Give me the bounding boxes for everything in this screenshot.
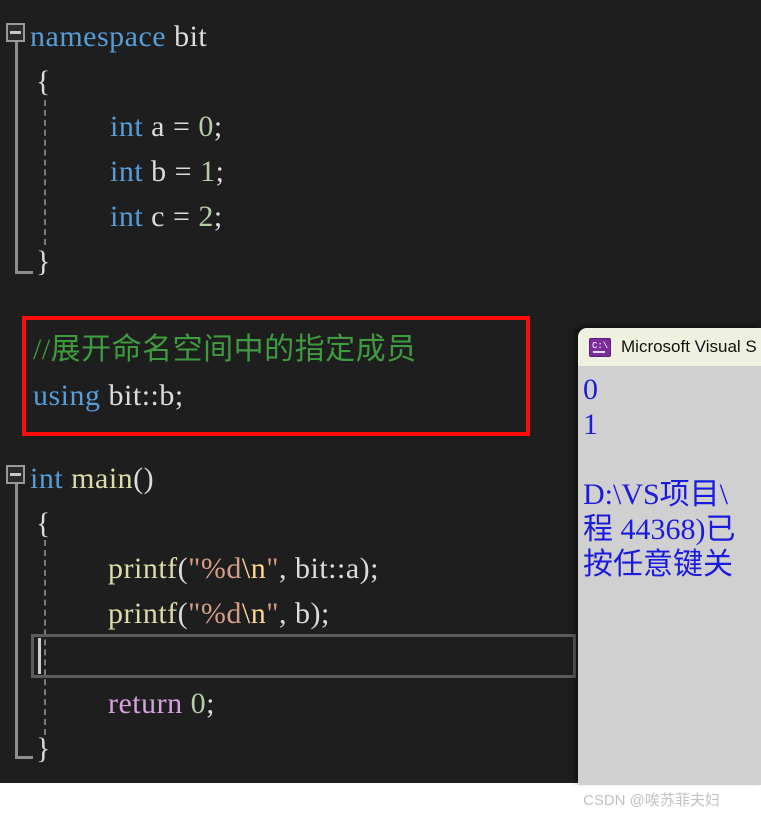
current-line-highlight — [31, 634, 576, 678]
code-token: int — [110, 155, 144, 188]
code-token: ; — [174, 379, 184, 412]
code-token: \n — [241, 552, 267, 585]
code-token: " — [266, 552, 279, 585]
code-line[interactable]: int b = 1; — [0, 149, 224, 194]
code-token: c — [151, 200, 165, 233]
code-token: bit — [174, 20, 208, 53]
code-token: , — [279, 552, 295, 585]
code-token: ( — [177, 552, 189, 585]
code-line[interactable]: printf("%d\n", b); — [0, 591, 330, 636]
code-token: ; — [215, 155, 225, 188]
code-token: , — [279, 597, 295, 630]
code-token: ( — [177, 597, 189, 630]
code-token: ); — [310, 597, 330, 630]
code-line[interactable]: namespace bit — [0, 14, 207, 59]
code-token: 1 — [200, 155, 216, 188]
code-token: = — [165, 110, 199, 143]
code-token: \n — [241, 597, 267, 630]
code-token: = — [166, 155, 201, 188]
code-line[interactable]: } — [0, 239, 51, 284]
console-output-line: 按任意键关 — [583, 548, 733, 581]
code-line[interactable]: { — [0, 59, 51, 104]
code-token: bit — [108, 379, 142, 412]
code-line[interactable]: } — [0, 726, 51, 771]
code-token: namespace — [30, 20, 167, 53]
code-token: 0 — [190, 687, 207, 720]
code-token: 2 — [198, 200, 214, 233]
code-token: return — [108, 687, 183, 720]
code-token: { — [36, 507, 51, 540]
code-token: " — [266, 597, 279, 630]
code-line[interactable]: { — [0, 501, 51, 546]
code-token: bit — [295, 552, 329, 585]
code-token: 0 — [198, 110, 214, 143]
code-token: ; — [213, 200, 223, 233]
code-token: b — [151, 155, 167, 188]
code-token: b — [159, 379, 175, 412]
code-line[interactable]: printf("%d\n", bit::a); — [0, 546, 379, 591]
console-output-line: 1 — [583, 408, 598, 441]
code-token: ); — [359, 552, 379, 585]
console-output-line: D:\VS项目\ — [583, 478, 729, 511]
console-title-text: Microsoft Visual S — [621, 337, 757, 356]
code-token: () — [133, 462, 155, 495]
code-token: b — [295, 597, 311, 630]
code-line[interactable]: using bit::b; — [0, 373, 184, 418]
code-token: { — [36, 65, 51, 98]
code-token: main — [71, 462, 134, 495]
code-token: "%d — [188, 552, 242, 585]
code-line[interactable]: int main() — [0, 456, 154, 501]
text-caret — [38, 638, 41, 674]
code-token: "%d — [188, 597, 242, 630]
code-token: int — [110, 200, 144, 233]
console-titlebar[interactable]: Microsoft Visual S — [578, 328, 761, 366]
code-token: a — [345, 552, 360, 585]
code-token: = — [165, 200, 199, 233]
code-token: } — [36, 732, 51, 765]
code-line[interactable]: int a = 0; — [0, 104, 223, 149]
console-window-icon — [589, 337, 611, 357]
code-token: :: — [328, 552, 346, 585]
code-token: int — [30, 462, 64, 495]
console-window[interactable]: Microsoft Visual S 01 D:\VS项目\程 44368)已按… — [578, 328, 761, 785]
code-token: :: — [141, 379, 160, 412]
code-token: using — [33, 379, 101, 412]
code-line[interactable]: return 0; — [0, 681, 215, 726]
csdn-watermark: CSDN @唉苏菲夫妇 — [583, 792, 720, 809]
code-token: printf — [108, 552, 178, 585]
code-token: //展开命名空间中的指定成员 — [33, 333, 417, 366]
code-token: int — [110, 110, 144, 143]
code-token: a — [151, 110, 165, 143]
code-token: printf — [108, 597, 178, 630]
console-output-line: 0 — [583, 373, 598, 406]
code-token: } — [36, 245, 51, 278]
code-token: ; — [206, 687, 215, 720]
code-line[interactable]: int c = 2; — [0, 194, 223, 239]
console-output-line: 程 44368)已 — [583, 513, 736, 546]
code-line[interactable]: //展开命名空间中的指定成员 — [0, 327, 417, 372]
code-token: ; — [213, 110, 223, 143]
console-output-area[interactable]: 01 D:\VS项目\ 程 44368)已 按任意键关 — [578, 366, 761, 785]
